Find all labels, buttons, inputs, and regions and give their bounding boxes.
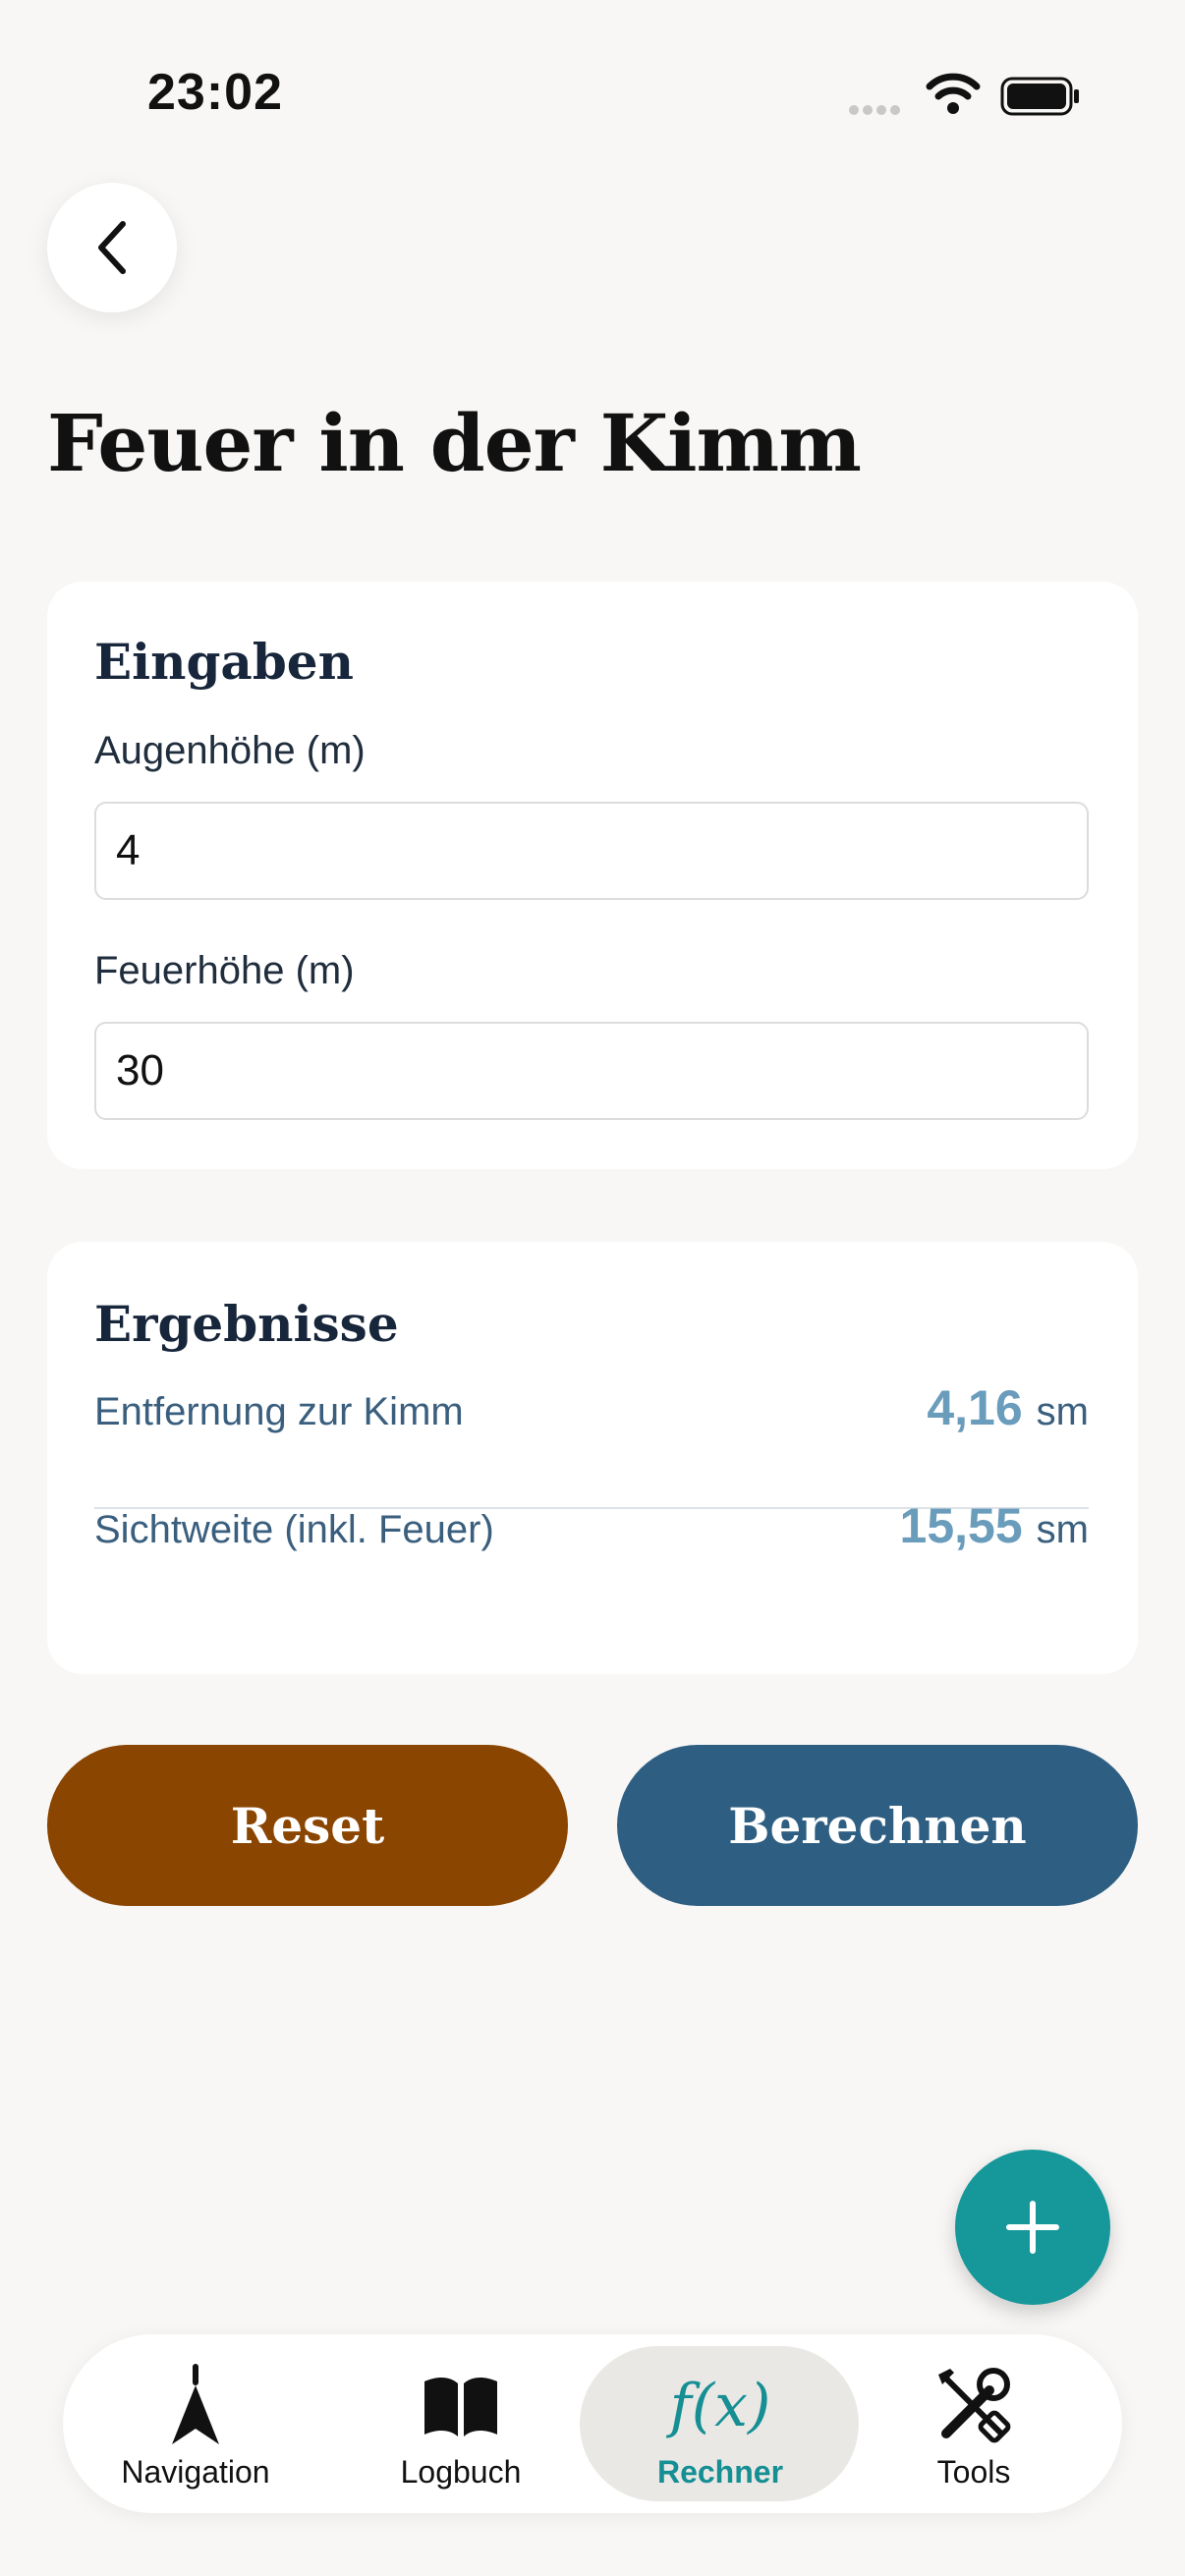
inputs-section-title: Eingaben [94, 633, 354, 691]
battery-icon [1000, 77, 1081, 116]
tab-rechner[interactable]: f(x) Rechner [588, 2334, 853, 2513]
reset-button[interactable]: Reset [47, 1745, 568, 1906]
tab-logbuch[interactable]: Logbuch [328, 2334, 593, 2513]
light-height-input[interactable]: 30 [94, 1022, 1089, 1120]
tab-bar: Navigation Logbuch f(x) Rechner Tools [63, 2334, 1122, 2513]
navigation-arrow-icon [168, 2362, 223, 2450]
tab-tools[interactable]: Tools [841, 2334, 1106, 2513]
result-unit: sm [1036, 1508, 1089, 1551]
tab-label: Logbuch [400, 2454, 522, 2490]
results-section-title: Ergebnisse [94, 1295, 399, 1353]
tab-label: Rechner [656, 2454, 784, 2490]
tab-navigation[interactable]: Navigation [63, 2334, 328, 2513]
status-time: 23:02 [147, 64, 283, 121]
wifi-icon [926, 73, 981, 121]
result-row: Entfernung zur Kimm 4,16 sm [94, 1379, 1089, 1436]
inputs-card: Eingaben Augenhöhe (m) 4 Feuerhöhe (m) 3… [47, 582, 1138, 1169]
chevron-left-icon [98, 221, 126, 274]
book-icon [421, 2362, 501, 2450]
results-card: Ergebnisse Entfernung zur Kimm 4,16 sm Si… [47, 1242, 1138, 1674]
cellular-signal-icon [849, 102, 904, 120]
calculate-button[interactable]: Berechnen [617, 1745, 1138, 1906]
add-button[interactable] [955, 2150, 1110, 2305]
eye-height-value: 4 [116, 826, 141, 874]
light-height-label: Feuerhöhe (m) [94, 949, 355, 992]
tools-icon [932, 2362, 1015, 2450]
result-row: Sichtweite (inkl. Feuer) 15,55 sm [94, 1497, 1089, 1554]
function-icon: f(x) [669, 2372, 771, 2440]
result-label: Sichtweite (inkl. Feuer) [94, 1508, 494, 1551]
back-button[interactable] [47, 183, 177, 312]
eye-height-label: Augenhöhe (m) [94, 729, 366, 772]
tab-label: Tools [936, 2454, 1011, 2490]
result-label: Entfernung zur Kimm [94, 1390, 464, 1433]
result-value: 4,16 [927, 1380, 1023, 1435]
tab-label: Navigation [121, 2454, 270, 2490]
eye-height-input[interactable]: 4 [94, 802, 1089, 900]
light-height-value: 30 [116, 1046, 164, 1094]
plus-icon [1006, 2201, 1059, 2254]
page-title: Feuer in der Kimm [47, 397, 862, 489]
result-unit: sm [1036, 1390, 1089, 1433]
result-value: 15,55 [899, 1498, 1023, 1553]
